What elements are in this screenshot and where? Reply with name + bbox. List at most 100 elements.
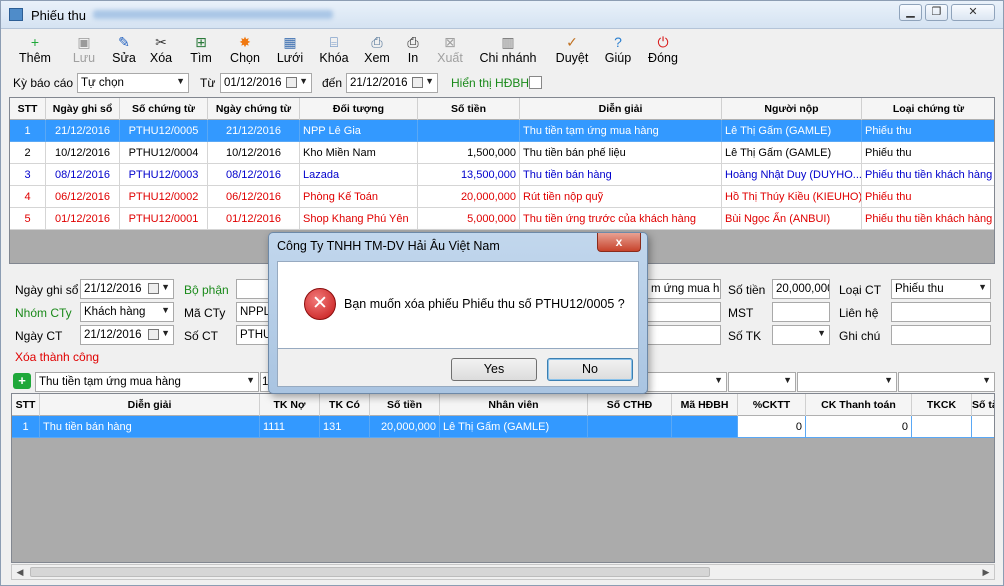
chevron-down-icon: ▼ bbox=[978, 282, 987, 292]
preview-icon: ⎙ bbox=[371, 34, 383, 50]
khóa-button[interactable]: ⌸ Khóa bbox=[313, 32, 355, 68]
so-tk-select[interactable]: ▼ bbox=[772, 325, 830, 345]
nhom-cty-select[interactable]: Khách hàng ▼ bbox=[80, 302, 174, 322]
ghi-chu-input[interactable] bbox=[891, 325, 991, 345]
column-header[interactable]: Nhân viên bbox=[440, 394, 588, 416]
calendar-icon bbox=[286, 77, 297, 88]
voucher-grid-header: STT Ngày ghi sổ Số chứng từ Ngày chứng từ Đố… bbox=[10, 98, 994, 120]
toolbar-button-label: In bbox=[407, 51, 419, 65]
dialog-close-button[interactable]: x bbox=[597, 233, 641, 252]
column-header[interactable]: %CKTT bbox=[738, 394, 806, 416]
table-cell: 08/12/2016 bbox=[208, 164, 300, 186]
column-header[interactable]: TK Có bbox=[320, 394, 370, 416]
tu-date-picker[interactable]: 01/12/2016 ▼ bbox=[220, 73, 312, 93]
toolbar-button-label: Chọn bbox=[230, 51, 260, 65]
mst-input[interactable] bbox=[772, 302, 830, 322]
table-cell: Phòng Kế Toán bbox=[300, 186, 418, 208]
close-button[interactable]: ✕ bbox=[951, 4, 995, 21]
detail-dien-giai-select[interactable]: Thu tiền tạm ứng mua hàng ▼ bbox=[35, 372, 259, 392]
column-header[interactable]: Số tài khoản bbox=[972, 394, 994, 416]
column-header[interactable]: Loại chứng từ bbox=[862, 98, 994, 120]
minimize-button[interactable]: ▁ bbox=[899, 4, 922, 21]
add-icon: + bbox=[30, 34, 40, 50]
ky-bao-cao-select[interactable]: Tự chọn ▼ bbox=[77, 73, 189, 93]
table-cell: 20,000,000 bbox=[370, 416, 440, 438]
sửa-button[interactable]: ✎ Sửa bbox=[105, 32, 143, 68]
column-header[interactable]: Mã HĐBH bbox=[672, 394, 738, 416]
table-cell: 21/12/2016 bbox=[46, 120, 120, 142]
toolbar-button-label: Lưu bbox=[72, 51, 96, 65]
no-button[interactable]: No bbox=[547, 358, 633, 381]
approve-icon: ✓ bbox=[566, 34, 578, 50]
chevron-down-icon: ▼ bbox=[425, 76, 434, 86]
horizontal-scrollbar[interactable]: ◀ ▶ bbox=[11, 564, 995, 580]
help-icon: ? bbox=[614, 34, 622, 50]
giúp-button[interactable]: ? Giúp bbox=[599, 32, 637, 68]
scroll-left-icon[interactable]: ◀ bbox=[12, 565, 28, 579]
tìm-button[interactable]: ⊞ Tìm bbox=[181, 32, 221, 68]
column-header[interactable]: Người nộp bbox=[722, 98, 862, 120]
detail-select-1[interactable]: ▼ bbox=[647, 372, 727, 392]
table-row[interactable]: 1 Thu tiền bán hàng 1111 131 20,000,000 Lê Th… bbox=[12, 416, 994, 438]
ngay-ct-picker[interactable]: 21/12/2016 ▼ bbox=[80, 325, 174, 345]
chevron-down-icon: ▼ bbox=[817, 328, 826, 338]
loai-ct-select[interactable]: Phiếu thu ▼ bbox=[891, 279, 991, 299]
lưu-button[interactable]: ▣ Lưu bbox=[63, 32, 105, 68]
in-button[interactable]: ⎙ In bbox=[399, 32, 427, 68]
table-cell: 5,000,000 bbox=[418, 208, 520, 230]
table-row[interactable]: 1 21/12/2016 PTHU12/0005 21/12/2016 NPP Lê G… bbox=[10, 120, 994, 142]
column-header[interactable]: Đối tượng bbox=[300, 98, 418, 120]
note2-input[interactable] bbox=[647, 325, 721, 345]
restore-button[interactable]: ❐ bbox=[925, 4, 948, 21]
column-header[interactable]: TK Nợ bbox=[260, 394, 320, 416]
chi-nhánh-button[interactable]: ▥ Chi nhánh bbox=[473, 32, 543, 68]
den-date-picker[interactable]: 21/12/2016 ▼ bbox=[346, 73, 438, 93]
column-header[interactable]: CK Thanh toán bbox=[806, 394, 912, 416]
table-cell: 1 bbox=[12, 416, 40, 438]
chevron-down-icon: ▼ bbox=[884, 375, 893, 385]
column-header[interactable]: Ngày ghi sổ bbox=[46, 98, 120, 120]
ngay-ghi-so-label: Ngày ghi sổ bbox=[15, 283, 79, 297]
table-cell bbox=[588, 416, 672, 438]
table-row[interactable]: 3 08/12/2016 PTHU12/0003 08/12/2016 Lazada 13… bbox=[10, 164, 994, 186]
column-header[interactable]: Số CTHĐ bbox=[588, 394, 672, 416]
add-line-button[interactable]: + bbox=[13, 373, 31, 389]
đóng-button[interactable]: ⏻ Đóng bbox=[643, 32, 683, 68]
column-header[interactable]: Số tiền bbox=[418, 98, 520, 120]
xóa-button[interactable]: ✂ Xóa bbox=[143, 32, 179, 68]
dien-giai-input[interactable]: m ứng mua hà bbox=[647, 279, 721, 299]
column-header[interactable]: Ngày chứng từ bbox=[208, 98, 300, 120]
detail-select-2[interactable]: ▼ bbox=[728, 372, 796, 392]
detail-select-4[interactable]: ▼ bbox=[898, 372, 995, 392]
chọn-button[interactable]: ✸ Chọn bbox=[223, 32, 267, 68]
table-row[interactable]: 5 01/12/2016 PTHU12/0001 01/12/2016 Shop Kha… bbox=[10, 208, 994, 230]
column-header[interactable]: Diễn giải bbox=[520, 98, 722, 120]
ngay-ghi-so-picker[interactable]: 21/12/2016 ▼ bbox=[80, 279, 174, 299]
column-header[interactable]: Diễn giải bbox=[40, 394, 260, 416]
column-header[interactable]: STT bbox=[12, 394, 40, 416]
so-ct-value: PTHU bbox=[240, 329, 272, 341]
lien-he-input[interactable] bbox=[891, 302, 991, 322]
detail-select-3[interactable]: ▼ bbox=[797, 372, 897, 392]
thêm-button[interactable]: + Thêm bbox=[11, 32, 59, 68]
toolbar-button-label: Đóng bbox=[648, 51, 678, 65]
table-cell: 0 bbox=[806, 416, 912, 438]
hien-thi-hdbh-checkbox[interactable] bbox=[529, 76, 542, 89]
yes-button[interactable]: Yes bbox=[451, 358, 537, 381]
scroll-right-icon[interactable]: ▶ bbox=[978, 565, 994, 579]
column-header[interactable]: TKCK bbox=[912, 394, 972, 416]
table-cell: 10/12/2016 bbox=[46, 142, 120, 164]
duyệt-button[interactable]: ✓ Duyệt bbox=[549, 32, 595, 68]
table-cell: Phiếu thu tiền khách hàng bbox=[862, 208, 994, 230]
column-header[interactable]: STT bbox=[10, 98, 46, 120]
column-header[interactable]: Số chứng từ bbox=[120, 98, 208, 120]
scrollbar-thumb[interactable] bbox=[30, 567, 710, 577]
xuất-button[interactable]: ⊠ Xuất bbox=[431, 32, 469, 68]
so-tien-input[interactable]: 20,000,000 bbox=[772, 279, 830, 299]
column-header[interactable]: Số tiền bbox=[370, 394, 440, 416]
lưới-button[interactable]: ▦ Lưới bbox=[269, 32, 311, 68]
xem-button[interactable]: ⎙ Xem bbox=[357, 32, 397, 68]
address-input[interactable] bbox=[647, 302, 721, 322]
table-row[interactable]: 2 10/12/2016 PTHU12/0004 10/12/2016 Kho Miền… bbox=[10, 142, 994, 164]
table-row[interactable]: 4 06/12/2016 PTHU12/0002 06/12/2016 Phòng Kế… bbox=[10, 186, 994, 208]
